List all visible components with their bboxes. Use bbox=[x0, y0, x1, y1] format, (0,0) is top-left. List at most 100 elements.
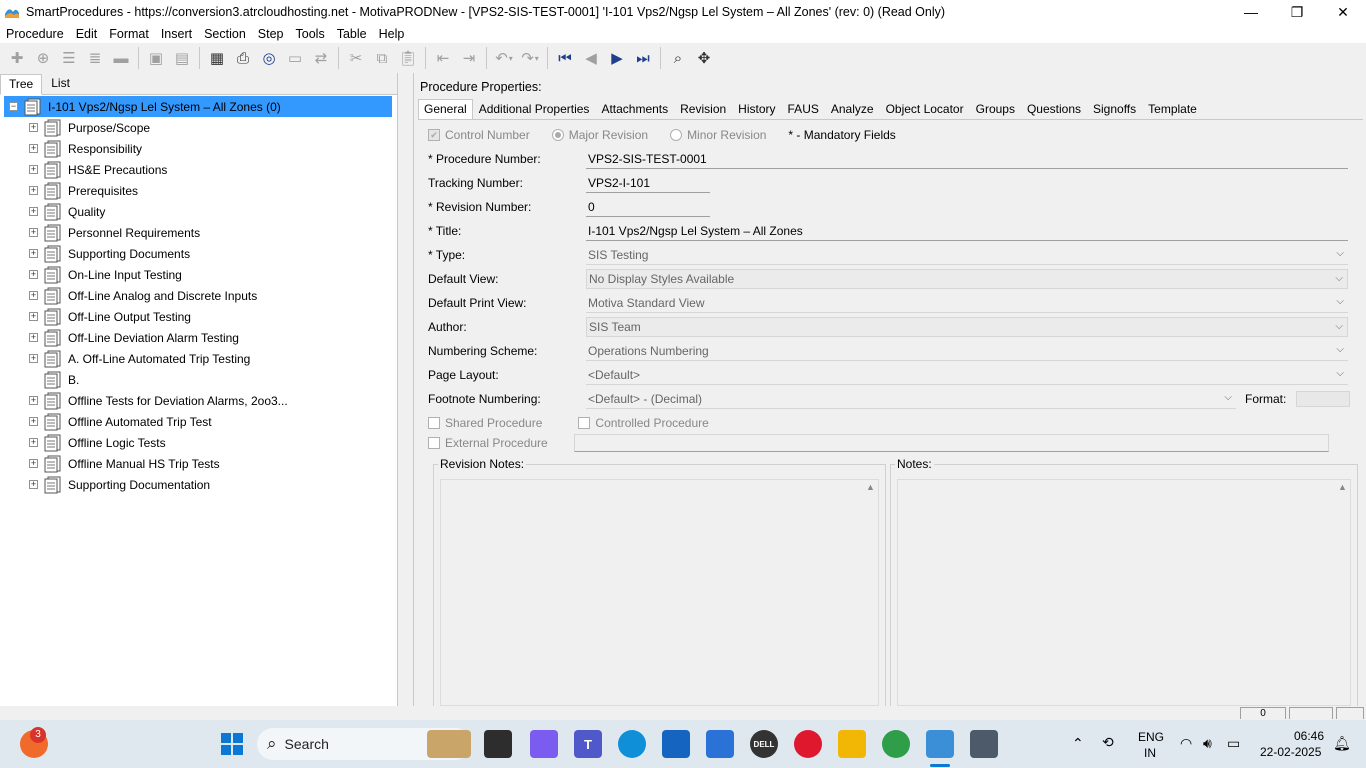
start-windows-icon[interactable] bbox=[218, 730, 246, 758]
footnote-numbering-select[interactable]: <Default> - (Decimal) ⌵ bbox=[586, 389, 1236, 409]
type-select[interactable]: SIS Testing ⌵ bbox=[586, 245, 1348, 265]
expand-icon[interactable]: + bbox=[29, 480, 38, 489]
volume-icon[interactable]: 🔊︎ bbox=[1203, 735, 1212, 752]
save-all-icon[interactable]: ▤ bbox=[169, 45, 195, 71]
expand-icon[interactable]: + bbox=[29, 165, 38, 174]
tree-item[interactable]: + Offline Tests for Deviation Alarms, 2oo… bbox=[0, 390, 397, 411]
smartprocedures-taskbar-icon[interactable] bbox=[926, 730, 954, 758]
tab-questions[interactable]: Questions bbox=[1021, 99, 1087, 119]
scroll-up-icon[interactable]: ▲ bbox=[862, 482, 879, 492]
menu-tools[interactable]: Tools bbox=[290, 27, 331, 41]
restore-button[interactable]: ❐ bbox=[1274, 0, 1320, 24]
copy-icon[interactable]: ⧉ bbox=[369, 45, 395, 71]
external-procedure-checkbox[interactable]: External Procedure bbox=[428, 436, 548, 450]
tab-history[interactable]: History bbox=[732, 99, 781, 119]
expand-icon[interactable]: + bbox=[29, 270, 38, 279]
minor-revision-radio[interactable]: Minor Revision bbox=[670, 128, 766, 142]
expand-icon[interactable]: + bbox=[29, 312, 38, 321]
tree-item[interactable]: + Off-Line Output Testing bbox=[0, 306, 397, 327]
teams-icon[interactable]: T bbox=[574, 730, 602, 758]
tab-template[interactable]: Template bbox=[1142, 99, 1203, 119]
shared-procedure-checkbox[interactable]: Shared Procedure bbox=[428, 416, 542, 430]
menu-section[interactable]: Section bbox=[198, 27, 252, 41]
default-print-view-select[interactable]: Motiva Standard View ⌵ bbox=[586, 293, 1348, 313]
redo-icon[interactable]: ↷ ▾ bbox=[517, 45, 543, 71]
controlled-procedure-checkbox[interactable]: Controlled Procedure bbox=[578, 416, 709, 430]
tab-list[interactable]: List bbox=[42, 73, 79, 94]
list-icon[interactable]: ☰ bbox=[56, 45, 82, 71]
add-child-icon[interactable]: ⊕ bbox=[30, 45, 56, 71]
chrome-icon[interactable] bbox=[882, 730, 910, 758]
tree-item[interactable]: + Offline Automated Trip Test bbox=[0, 411, 397, 432]
remove-icon[interactable]: ▬ bbox=[108, 45, 134, 71]
tab-attachments[interactable]: Attachments bbox=[595, 99, 674, 119]
expand-icon[interactable]: + bbox=[29, 396, 38, 405]
previous-icon[interactable]: ◀ bbox=[578, 45, 604, 71]
revision-number-field[interactable]: 0 bbox=[586, 197, 710, 217]
page-layout-select[interactable]: <Default> ⌵ bbox=[586, 365, 1348, 385]
store-icon[interactable] bbox=[662, 730, 690, 758]
file-explorer-icon[interactable] bbox=[838, 730, 866, 758]
external-procedure-field[interactable] bbox=[573, 434, 1329, 452]
menu-format[interactable]: Format bbox=[103, 27, 155, 41]
tree-item[interactable]: + Off-Line Deviation Alarm Testing bbox=[0, 327, 397, 348]
tab-analyze[interactable]: Analyze bbox=[825, 99, 880, 119]
tree-item[interactable]: + Off-Line Analog and Discrete Inputs bbox=[0, 285, 397, 306]
last-icon[interactable]: ⏭ bbox=[630, 45, 656, 71]
notes-scrollbar[interactable]: ▲ bbox=[1334, 479, 1351, 706]
region-label[interactable]: IN bbox=[1144, 746, 1156, 760]
edge-icon[interactable] bbox=[618, 730, 646, 758]
power-automate-icon[interactable] bbox=[706, 730, 734, 758]
revision-notes-scrollbar[interactable]: ▲ bbox=[862, 479, 879, 706]
notification-center-icon[interactable]: 🔔︎ bbox=[1333, 735, 1351, 752]
tree-item[interactable]: + Supporting Documents bbox=[0, 243, 397, 264]
expand-icon[interactable]: + bbox=[29, 333, 38, 342]
paste-icon[interactable]: 📋︎ bbox=[395, 45, 421, 71]
language-label[interactable]: ENG bbox=[1138, 730, 1164, 744]
numbering-scheme-select[interactable]: Operations Numbering ⌵ bbox=[586, 341, 1348, 361]
task-view-icon[interactable] bbox=[484, 730, 512, 758]
major-revision-radio[interactable]: Major Revision bbox=[551, 128, 648, 142]
expand-icon[interactable]: + bbox=[29, 144, 38, 153]
tree-item[interactable]: + Prerequisites bbox=[0, 180, 397, 201]
merge-icon[interactable]: ⇄ bbox=[308, 45, 334, 71]
tree-item[interactable]: + Offline Logic Tests bbox=[0, 432, 397, 453]
pane-splitter[interactable] bbox=[398, 73, 414, 706]
expand-icon[interactable]: + bbox=[29, 438, 38, 447]
tab-tree[interactable]: Tree bbox=[0, 74, 43, 95]
collapse-icon[interactable]: − bbox=[9, 102, 18, 111]
move-icon[interactable]: ✥ bbox=[691, 45, 717, 71]
format-field[interactable] bbox=[1296, 391, 1351, 407]
minimize-button[interactable]: — bbox=[1228, 0, 1274, 24]
revision-notes-textarea[interactable] bbox=[440, 479, 879, 706]
expand-icon[interactable]: + bbox=[29, 186, 38, 195]
expand-icon[interactable]: + bbox=[29, 417, 38, 426]
window-icon[interactable]: ▭ bbox=[282, 45, 308, 71]
menu-help[interactable]: Help bbox=[373, 27, 411, 41]
network-status-icon[interactable]: ⟲ bbox=[1102, 734, 1114, 751]
refresh-icon[interactable]: ◎ bbox=[256, 45, 282, 71]
menu-edit[interactable]: Edit bbox=[70, 27, 104, 41]
tree-item[interactable]: + Offline Manual HS Trip Tests bbox=[0, 453, 397, 474]
cut-icon[interactable]: ✂ bbox=[343, 45, 369, 71]
expand-icon[interactable]: + bbox=[29, 249, 38, 258]
indent-icon[interactable]: ⇥ bbox=[456, 45, 482, 71]
close-button[interactable]: ✕ bbox=[1320, 0, 1366, 24]
print-icon[interactable]: ⎙ bbox=[230, 45, 256, 71]
list-alt-icon[interactable]: ≣ bbox=[82, 45, 108, 71]
wifi-icon[interactable]: ◠ bbox=[1180, 735, 1192, 752]
opera-icon[interactable] bbox=[794, 730, 822, 758]
expand-icon[interactable]: + bbox=[29, 354, 38, 363]
tab-object-locator[interactable]: Object Locator bbox=[880, 99, 970, 119]
menu-procedure[interactable]: Procedure bbox=[0, 27, 70, 41]
tree-root[interactable]: − I-101 Vps2/Ngsp Lel System – All Zones… bbox=[4, 96, 392, 117]
expand-icon[interactable]: + bbox=[29, 228, 38, 237]
default-view-select[interactable]: No Display Styles Available ⌵ bbox=[586, 269, 1348, 289]
tab-additional-properties[interactable]: Additional Properties bbox=[473, 99, 596, 119]
clock-date[interactable]: 22-02-2025 bbox=[1260, 745, 1321, 759]
tree-item[interactable]: + Personnel Requirements bbox=[0, 222, 397, 243]
tree-item[interactable]: + Responsibility bbox=[0, 138, 397, 159]
control-number-checkbox[interactable]: ✔ Control Number bbox=[428, 128, 530, 142]
find-icon[interactable]: ⌕ bbox=[665, 45, 691, 71]
tree-item[interactable]: B. bbox=[0, 369, 397, 390]
